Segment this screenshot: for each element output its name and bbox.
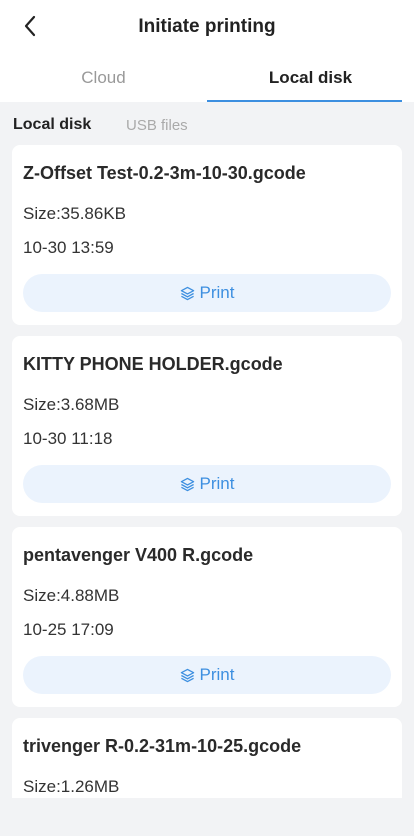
file-name: pentavenger V400 R.gcode bbox=[23, 545, 254, 565]
top-bar: Initiate printing Cloud Local disk bbox=[0, 0, 414, 102]
tab-local-disk[interactable]: Local disk bbox=[207, 58, 414, 102]
print-button[interactable]: Print bbox=[23, 465, 391, 503]
tab-cloud[interactable]: Cloud bbox=[0, 58, 207, 102]
file-size: Size:35.86KB bbox=[23, 204, 127, 223]
file-card: pentavenger V400 R.gcode Size:4.88MB 10-… bbox=[12, 527, 402, 707]
tab-bar: Cloud Local disk bbox=[0, 58, 414, 102]
layers-icon bbox=[180, 286, 194, 300]
file-size: Size:1.26MB bbox=[23, 777, 120, 796]
source-filter: Local disk USB files bbox=[0, 102, 414, 146]
print-label: Print bbox=[199, 283, 235, 302]
file-card: Z-Offset Test-0.2-3m-10-30.gcode Size:35… bbox=[12, 145, 402, 325]
layers-icon bbox=[180, 477, 194, 491]
file-date: 10-25 17:09 bbox=[23, 620, 114, 639]
file-name: trivenger R-0.2-31m-10-25.gcode bbox=[23, 736, 302, 756]
subtab-usb-files[interactable]: USB files bbox=[126, 117, 188, 134]
page-title: Initiate printing bbox=[138, 16, 276, 37]
print-label: Print bbox=[199, 665, 235, 684]
print-label: Print bbox=[199, 474, 235, 493]
file-date: 10-30 13:59 bbox=[23, 238, 114, 257]
file-card: KITTY PHONE HOLDER.gcode Size:3.68MB 10-… bbox=[12, 336, 402, 516]
print-button[interactable]: Print bbox=[23, 274, 391, 312]
print-button[interactable]: Print bbox=[23, 656, 391, 694]
file-card: trivenger R-0.2-31m-10-25.gcode Size:1.2… bbox=[12, 718, 402, 798]
file-size: Size:4.88MB bbox=[23, 586, 120, 605]
file-size: Size:3.68MB bbox=[23, 395, 120, 414]
subtab-local-disk[interactable]: Local disk bbox=[13, 116, 91, 134]
layers-icon bbox=[180, 668, 194, 682]
file-date: 10-30 11:18 bbox=[23, 429, 113, 448]
file-name: Z-Offset Test-0.2-3m-10-30.gcode bbox=[23, 163, 306, 183]
file-name: KITTY PHONE HOLDER.gcode bbox=[23, 354, 283, 374]
